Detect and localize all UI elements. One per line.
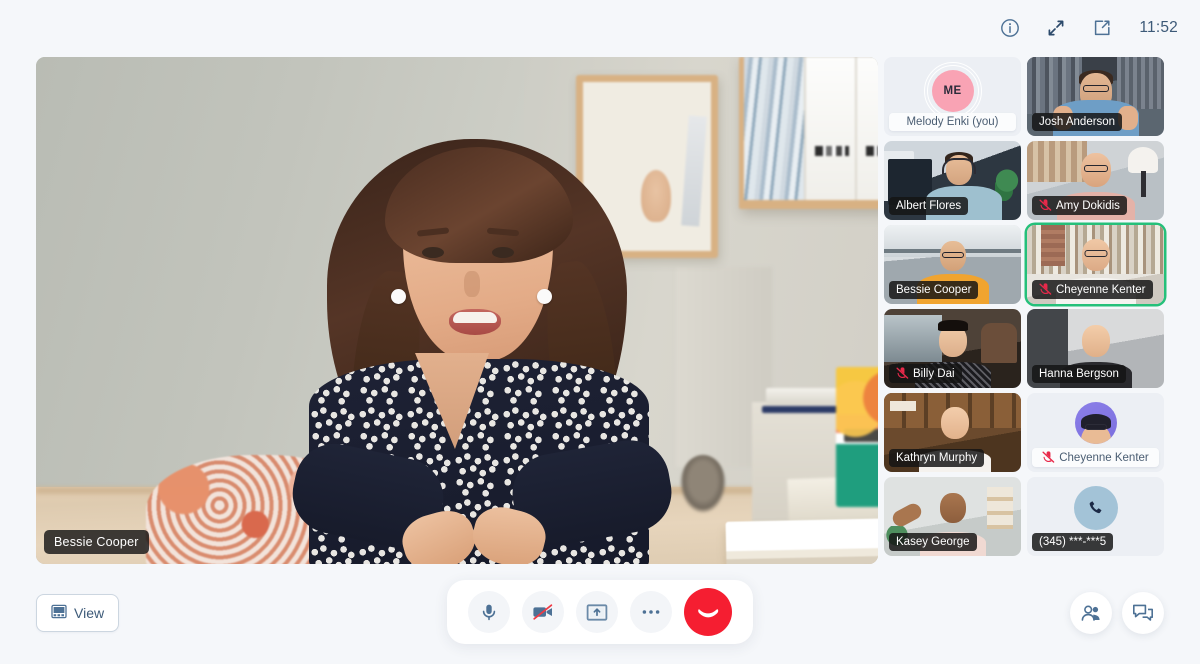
microphone-button[interactable] — [468, 591, 510, 633]
participant-label: Cheyenne Kenter — [1032, 280, 1153, 299]
participant-tile[interactable]: Kasey George — [884, 477, 1021, 556]
participant-tile[interactable]: ME Melody Enki (you) — [884, 57, 1021, 136]
clock-time: 11:52 — [1139, 19, 1178, 36]
mic-muted-icon — [896, 367, 909, 380]
end-call-button[interactable] — [684, 588, 732, 636]
participant-name: Kasey George — [896, 536, 970, 548]
mic-muted-icon — [1039, 283, 1052, 296]
participant-tile[interactable]: Bessie Cooper — [884, 225, 1021, 304]
participant-tile[interactable]: Albert Flores — [884, 141, 1021, 220]
participant-tile[interactable]: Amy Dokidis — [1027, 141, 1164, 220]
participant-name: Cheyenne Kenter — [1059, 451, 1149, 464]
main-video-stage[interactable]: Bessie Cooper — [36, 57, 878, 564]
participant-label: Hanna Bergson — [1032, 365, 1126, 383]
chat-button[interactable] — [1122, 592, 1164, 634]
more-options-button[interactable] — [630, 591, 672, 633]
participant-name: (345) ***-***5 — [1039, 536, 1107, 548]
mic-muted-icon — [1039, 199, 1052, 212]
participant-label: Cheyenne Kenter — [1032, 448, 1159, 467]
top-bar: 11:52 — [0, 0, 1200, 56]
participant-label: Melody Enki (you) — [889, 113, 1016, 131]
participant-tile[interactable]: Cheyenne Kenter — [1027, 225, 1164, 304]
participant-tile[interactable]: Cheyenne Kenter — [1027, 393, 1164, 472]
participant-tile[interactable]: Josh Anderson — [1027, 57, 1164, 136]
participant-tile[interactable]: Hanna Bergson — [1027, 309, 1164, 388]
view-button[interactable]: View — [36, 594, 120, 632]
participant-grid: ME Melody Enki (you) Josh Anderson Albert F… — [884, 57, 1164, 564]
participant-name: Cheyenne Kenter — [1056, 283, 1146, 296]
participant-tile[interactable]: Billy Dai — [884, 309, 1021, 388]
participant-name: Bessie Cooper — [896, 284, 972, 296]
self-avatar-rings: ME — [923, 62, 982, 120]
participant-label: Billy Dai — [889, 364, 962, 383]
participant-label: Amy Dokidis — [1032, 196, 1127, 215]
participant-label: (345) ***-***5 — [1032, 533, 1114, 551]
participant-name: Josh Anderson — [1039, 116, 1116, 128]
mic-muted-icon — [1042, 451, 1055, 464]
phone-icon — [1073, 486, 1118, 530]
participant-label: Josh Anderson — [1032, 113, 1123, 131]
info-circle-icon[interactable] — [997, 15, 1023, 41]
self-avatar-initials: ME — [931, 70, 974, 112]
participant-tile[interactable]: (345) ***-***5 — [1027, 477, 1164, 556]
participant-label: Kasey George — [889, 533, 977, 551]
participant-label: Albert Flores — [889, 197, 969, 215]
camera-off-button[interactable] — [522, 591, 564, 633]
stage-speaker-label: Bessie Cooper — [44, 530, 149, 554]
screen-share-button[interactable] — [576, 591, 618, 633]
participant-tile[interactable]: Kathryn Murphy — [884, 393, 1021, 472]
participant-name: Albert Flores — [896, 200, 962, 212]
participant-name: Hanna Bergson — [1039, 368, 1119, 380]
participant-name: Billy Dai — [913, 367, 955, 380]
call-control-bar — [447, 580, 753, 644]
participants-button[interactable] — [1070, 592, 1112, 634]
participant-name: Amy Dokidis — [1056, 199, 1120, 212]
layout-grid-icon — [51, 604, 67, 622]
participant-name: Melody Enki (you) — [906, 116, 999, 128]
video-call-app: 11:52 Bessie Cooper ME Melody Enki (you)… — [0, 0, 1200, 664]
participant-name: Kathryn Murphy — [896, 452, 978, 464]
collapse-arrows-icon[interactable] — [1043, 15, 1069, 41]
external-link-icon[interactable] — [1089, 15, 1115, 41]
participant-label: Bessie Cooper — [889, 281, 979, 299]
stage-video-frame — [36, 57, 878, 564]
participant-label: Kathryn Murphy — [889, 449, 985, 467]
avatar — [1074, 402, 1117, 444]
view-button-label: View — [74, 605, 105, 621]
